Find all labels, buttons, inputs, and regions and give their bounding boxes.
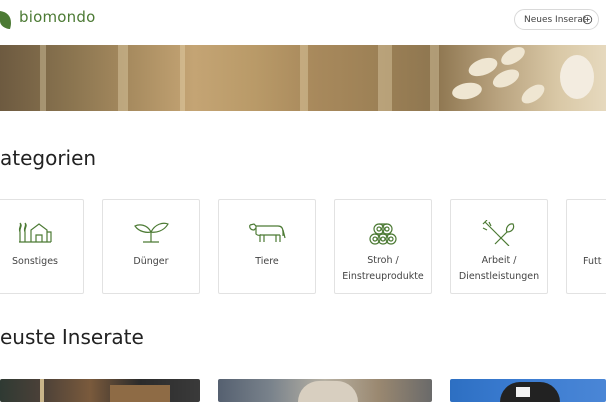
category-card-sonstiges[interactable]: Sonstiges: [0, 199, 84, 294]
hero-banner-image: [0, 45, 606, 111]
category-card-futter[interactable]: Futt: [566, 199, 606, 294]
listing-thumbnail[interactable]: [218, 379, 432, 402]
top-header: biomondo Neues Inserat: [0, 0, 606, 45]
category-label: Stroh / Einstreuprodukte: [342, 255, 424, 282]
category-label: Dünger: [133, 256, 169, 267]
hay-bales-icon: [369, 223, 397, 245]
cow-icon: [249, 223, 286, 242]
category-label: Tiere: [255, 256, 279, 267]
listing-thumbnail[interactable]: [450, 379, 606, 402]
categories-heading: ategorien: [0, 146, 97, 170]
category-card-arbeit[interactable]: Arbeit / Dienstleistungen: [450, 199, 548, 294]
latest-listings-heading: euste Inserate: [0, 325, 144, 349]
category-label: Arbeit / Dienstleistungen: [458, 255, 540, 282]
category-label: Sonstiges: [11, 256, 58, 267]
category-card-duenger[interactable]: Dünger: [102, 199, 200, 294]
new-listing-label: Neues Inserat: [524, 14, 587, 25]
farm-icon: [18, 222, 52, 243]
new-listing-button[interactable]: Neues Inserat: [514, 9, 599, 30]
tools-icon: [482, 220, 515, 246]
leaf-logo-icon[interactable]: [0, 9, 12, 31]
category-card-tiere[interactable]: Tiere: [218, 199, 316, 294]
category-label: Futt: [583, 256, 602, 267]
category-card-stroh[interactable]: Stroh / Einstreuprodukte: [334, 199, 432, 294]
sprout-icon: [134, 222, 169, 243]
listing-thumbnail[interactable]: [0, 379, 200, 402]
brand-name[interactable]: biomondo: [19, 8, 95, 26]
plus-circle-icon: [582, 14, 593, 25]
